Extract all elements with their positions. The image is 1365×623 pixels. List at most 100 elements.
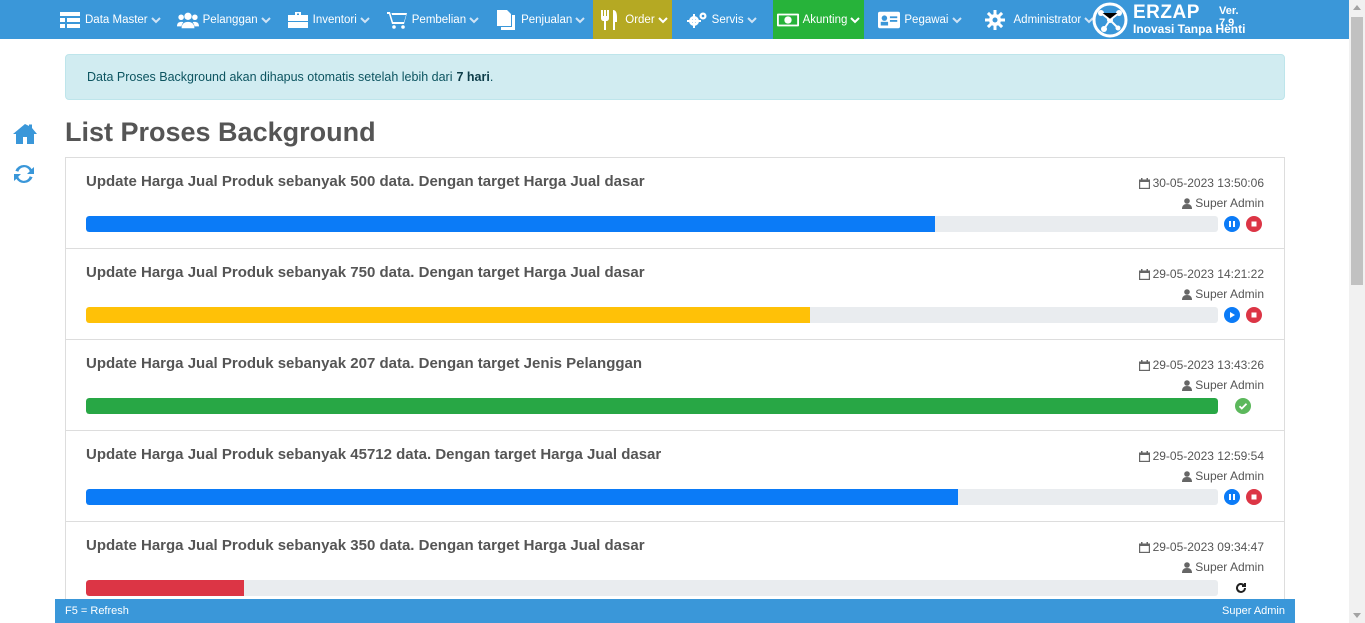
- scroll-up-icon[interactable]: [1353, 5, 1361, 10]
- alert-text: Data Proses Background akan dihapus otom…: [87, 70, 453, 84]
- briefcase-icon: [287, 11, 309, 29]
- pause-button[interactable]: [1224, 489, 1240, 505]
- nav-label: Pegawai: [904, 13, 949, 26]
- progress-fill: [86, 216, 935, 232]
- job-item: Update Harga Jual Produk sebanyak 500 da…: [66, 158, 1284, 249]
- version-label: Ver. 7.9: [1219, 5, 1239, 29]
- job-item: Update Harga Jual Produk sebanyak 45712 …: [66, 431, 1284, 522]
- nav-label: Data Master: [85, 13, 148, 26]
- calendar-icon: [1138, 269, 1150, 281]
- nav-label: Inventori: [312, 13, 357, 26]
- stop-button[interactable]: [1246, 307, 1262, 323]
- gears-icon: [686, 11, 708, 29]
- info-alert: Data Proses Background akan dihapus otom…: [65, 54, 1285, 100]
- nav-order[interactable]: Order: [593, 0, 672, 39]
- home-icon[interactable]: [12, 123, 38, 147]
- id-card-icon: [878, 11, 901, 29]
- job-datetime: 29-05-2023 13:43:26: [1152, 358, 1264, 372]
- nav-data-master[interactable]: Data Master: [51, 0, 169, 39]
- user-icon: [1182, 470, 1193, 482]
- calendar-icon: [1138, 451, 1150, 463]
- job-title: Update Harga Jual Produk sebanyak 350 da…: [86, 537, 645, 554]
- progress-bar: [86, 398, 1218, 414]
- progress-bar: [86, 580, 1218, 596]
- resume-button[interactable]: [1224, 307, 1240, 323]
- job-datetime: 30-05-2023 13:50:06: [1152, 176, 1264, 190]
- user-icon: [1182, 197, 1193, 209]
- user-icon: [1182, 561, 1193, 573]
- job-user: Super Admin: [1195, 377, 1264, 392]
- done-icon: [1235, 398, 1251, 414]
- cutlery-icon: [599, 9, 621, 30]
- nav-akunting[interactable]: Akunting: [772, 0, 865, 39]
- chevron-down-icon: [850, 15, 861, 25]
- users-icon: [176, 11, 199, 29]
- job-datetime: 29-05-2023 12:59:54: [1152, 449, 1264, 463]
- chevron-down-icon: [575, 15, 585, 25]
- retry-button[interactable]: [1233, 580, 1249, 596]
- job-user: Super Admin: [1195, 559, 1264, 574]
- alert-suffix: .: [489, 70, 494, 84]
- job-title: Update Harga Jual Produk sebanyak 207 da…: [86, 355, 643, 372]
- job-user: Super Admin: [1195, 195, 1264, 210]
- chevron-down-icon: [469, 15, 479, 25]
- calendar-icon: [1138, 542, 1150, 554]
- progress-fill: [86, 489, 958, 505]
- scroll-thumb[interactable]: [1351, 17, 1363, 285]
- gear-icon: [984, 9, 1006, 30]
- nav-pembelian[interactable]: Pembelian: [378, 0, 487, 39]
- cart-icon: [386, 11, 408, 29]
- calendar-icon: [1138, 178, 1150, 190]
- chevron-down-icon: [951, 15, 962, 25]
- document-icon: [495, 9, 517, 30]
- page-title: List Proses Background: [65, 117, 376, 147]
- job-user: Super Admin: [1195, 286, 1264, 301]
- user-icon: [1182, 288, 1193, 300]
- vertical-scrollbar[interactable]: [1349, 0, 1365, 623]
- nav-label: Pelanggan: [202, 13, 258, 26]
- nav-label: Akunting: [802, 13, 848, 26]
- chevron-down-icon: [657, 15, 668, 25]
- job-item: Update Harga Jual Produk sebanyak 750 da…: [66, 249, 1284, 340]
- brand[interactable]: ERZAP Inovasi Tanpa Henti Ver. 7.9: [1091, 0, 1245, 39]
- progress-bar: [86, 307, 1218, 323]
- chevron-down-icon: [150, 15, 161, 25]
- nav-label: Pembelian: [411, 13, 467, 26]
- scroll-down-icon[interactable]: [1353, 613, 1361, 618]
- nav-label: Order: [625, 13, 655, 26]
- job-list: Update Harga Jual Produk sebanyak 500 da…: [65, 157, 1285, 607]
- progress-fill: [86, 580, 245, 596]
- chevron-down-icon: [746, 15, 757, 25]
- footer-hint: F5 = Refresh: [65, 605, 129, 617]
- stop-button[interactable]: [1246, 216, 1262, 232]
- nav-administrator[interactable]: Administrator: [970, 0, 1103, 39]
- job-datetime: 29-05-2023 14:21:22: [1152, 267, 1264, 281]
- calendar-icon: [1138, 360, 1150, 372]
- nav-label: Administrator: [1013, 13, 1082, 26]
- status-footer: F5 = Refresh Super Admin: [55, 599, 1295, 623]
- pause-button[interactable]: [1224, 216, 1240, 232]
- progress-fill: [86, 398, 1218, 414]
- footer-user: Super Admin: [1222, 605, 1285, 617]
- job-item: Update Harga Jual Produk sebanyak 207 da…: [66, 340, 1284, 431]
- user-icon: [1182, 379, 1193, 391]
- progress-bar: [86, 489, 1218, 505]
- chevron-down-icon: [360, 15, 370, 25]
- nav-label: Penjualan: [521, 13, 573, 26]
- job-title: Update Harga Jual Produk sebanyak 45712 …: [86, 446, 662, 463]
- nav-label: Servis: [711, 13, 744, 26]
- job-datetime: 29-05-2023 09:34:47: [1152, 540, 1264, 554]
- nav-servis[interactable]: Servis: [672, 0, 765, 39]
- refresh-icon[interactable]: [12, 162, 38, 186]
- nav-pelanggan[interactable]: Pelanggan: [169, 0, 279, 39]
- job-title: Update Harga Jual Produk sebanyak 500 da…: [86, 173, 645, 190]
- alert-bold: 7 hari: [456, 70, 490, 84]
- table-icon: [59, 11, 81, 29]
- nav-penjualan[interactable]: Penjualan: [487, 0, 593, 39]
- erzap-logo: [1092, 2, 1128, 37]
- job-item: Update Harga Jual Produk sebanyak 350 da…: [66, 522, 1284, 607]
- stop-button[interactable]: [1246, 489, 1262, 505]
- progress-bar: [86, 216, 1218, 232]
- nav-inventori[interactable]: Inventori: [279, 0, 378, 39]
- nav-pegawai[interactable]: Pegawai: [864, 0, 969, 39]
